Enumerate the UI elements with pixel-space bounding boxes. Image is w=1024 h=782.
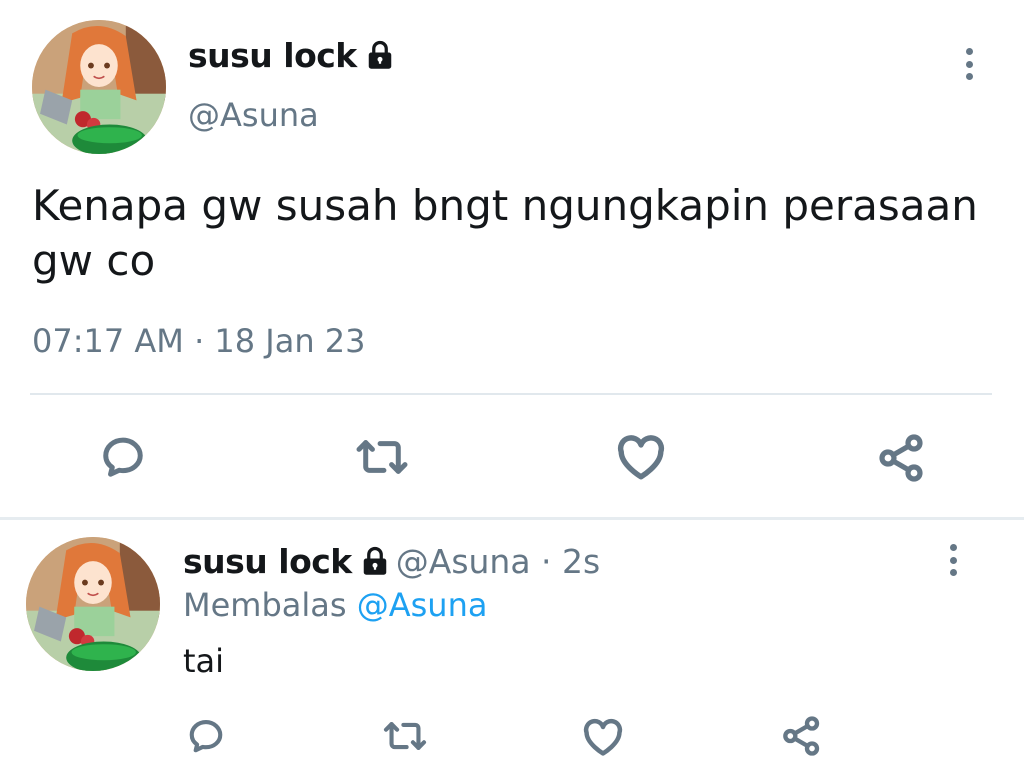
divider: [30, 393, 992, 395]
profile-avatar[interactable]: [32, 20, 166, 154]
display-name[interactable]: susu lock: [188, 36, 395, 75]
avatar-image: [32, 20, 166, 154]
lock-icon: [360, 546, 390, 576]
tweet-text: tai: [183, 642, 225, 680]
share-icon[interactable]: [782, 716, 822, 756]
replying-to: Membalas @Asuna: [183, 586, 487, 624]
avatar-image: [26, 537, 160, 671]
user-handle-time[interactable]: @Asuna · 2s: [396, 542, 600, 581]
retweet-icon[interactable]: [382, 717, 428, 755]
more-vertical-icon[interactable]: [957, 42, 981, 86]
share-icon[interactable]: [878, 434, 926, 482]
retweet-icon[interactable]: [354, 434, 410, 480]
tweet-separator: [0, 517, 1024, 520]
user-handle[interactable]: @Asuna: [188, 96, 319, 134]
lock-icon: [365, 40, 395, 70]
display-name[interactable]: susu lock: [183, 542, 352, 581]
like-icon[interactable]: [616, 434, 666, 480]
tweet-text: Kenapa gw susah bngt ngungkapin perasaan…: [32, 181, 978, 285]
replying-label: Membalas: [183, 586, 347, 624]
reply-header: susu lock @Asuna · 2s: [183, 542, 600, 581]
profile-avatar[interactable]: [26, 537, 160, 671]
more-vertical-icon[interactable]: [941, 538, 965, 582]
reply-icon[interactable]: [187, 717, 225, 755]
reply-icon[interactable]: [100, 434, 146, 480]
tweet-timestamp[interactable]: 07:17 AM · 18 Jan 23: [32, 322, 366, 360]
mention-link[interactable]: @Asuna: [357, 586, 488, 624]
like-icon[interactable]: [582, 718, 624, 756]
